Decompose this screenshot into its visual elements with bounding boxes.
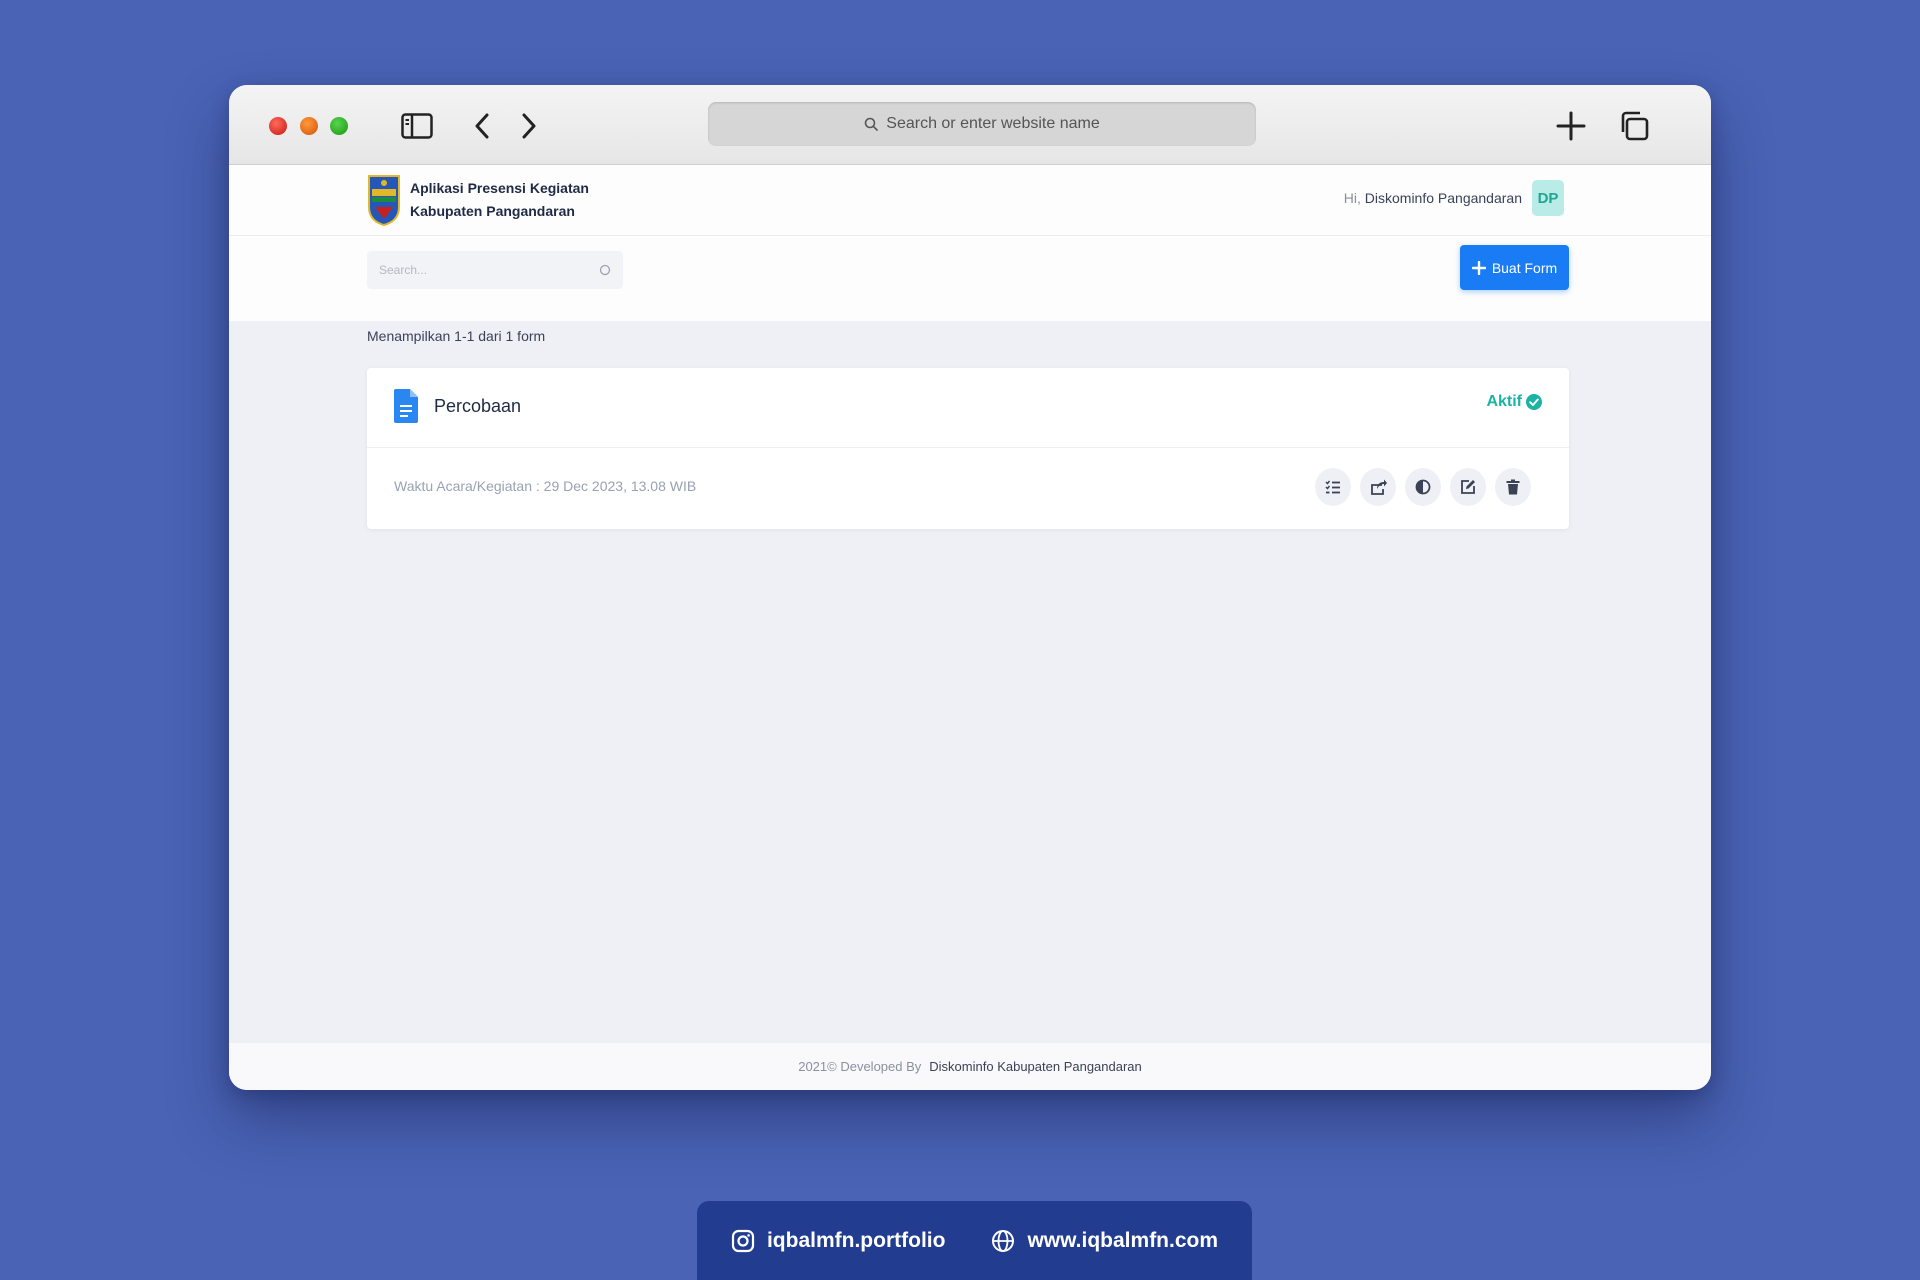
status-badge: Aktif (1486, 393, 1542, 411)
footer-org-link[interactable]: Diskominfo Kabupaten Pangandaran (929, 1059, 1141, 1074)
toggle-icon (1415, 479, 1431, 495)
event-time: Waktu Acara/Kegiatan : 29 Dec 2023, 13.0… (394, 478, 697, 494)
header-divider (229, 235, 1711, 236)
search-icon (864, 117, 879, 131)
instagram-icon (731, 1229, 755, 1252)
social-bar: iqbalmfn.portfolio www.iqbalmfn.com (697, 1201, 1252, 1280)
sidebar-toggle-icon[interactable] (401, 111, 433, 141)
responses-list-button[interactable] (1315, 468, 1351, 506)
search-input[interactable] (379, 263, 579, 277)
brand[interactable]: Aplikasi Presensi Kegiatan Kabupaten Pan… (366, 173, 589, 227)
app-header: Aplikasi Presensi Kegiatan Kabupaten Pan… (229, 165, 1711, 321)
form-search[interactable] (367, 251, 623, 289)
globe-icon (992, 1229, 1015, 1252)
maximize-window-button[interactable] (330, 117, 348, 135)
plus-icon (1471, 260, 1486, 275)
instagram-link[interactable]: iqbalmfn.portfolio (731, 1229, 945, 1253)
list-check-icon (1325, 480, 1340, 494)
edit-form-button[interactable] (1450, 468, 1486, 506)
user-greeting: Hi, (1343, 190, 1361, 206)
new-tab-icon[interactable] (1555, 111, 1587, 141)
back-arrow-icon[interactable] (466, 111, 498, 141)
avatar[interactable]: DP (1532, 180, 1564, 216)
address-bar[interactable]: Search or enter website name (708, 102, 1256, 146)
browser-window: Search or enter website name Aplikasi Pr… (229, 85, 1711, 1090)
trash-icon (1506, 479, 1520, 495)
close-window-button[interactable] (269, 117, 287, 135)
minimize-window-button[interactable] (300, 117, 318, 135)
browser-toolbar: Search or enter website name (229, 85, 1711, 165)
edit-icon (1461, 480, 1475, 494)
create-form-label: Buat Form (1491, 259, 1558, 276)
form-actions (1315, 468, 1531, 506)
toggle-status-button[interactable] (1405, 468, 1441, 506)
address-placeholder: Search or enter website name (886, 115, 1100, 132)
regency-emblem-icon (368, 175, 400, 227)
user-menu[interactable]: Hi, Diskominfo Pangandaran DP (1344, 180, 1564, 216)
form-card[interactable]: Percobaan Aktif Waktu Acara/Kegiatan : 2… (367, 368, 1569, 529)
forward-arrow-icon[interactable] (513, 111, 545, 141)
share-icon (1370, 479, 1387, 495)
user-name: Diskominfo Pangandaran (1364, 190, 1522, 206)
tab-overview-icon[interactable] (1618, 111, 1650, 141)
create-form-button[interactable]: Buat Form (1460, 245, 1569, 290)
share-form-button[interactable] (1360, 468, 1396, 506)
search-icon[interactable] (599, 264, 611, 276)
website-link[interactable]: www.iqbalmfn.com (991, 1229, 1218, 1253)
status-label: Aktif (1486, 393, 1522, 410)
form-title[interactable]: Percobaan (434, 396, 521, 417)
delete-form-button[interactable] (1495, 468, 1531, 506)
check-circle-icon (1526, 394, 1542, 410)
footer-prefix: 2021© Developed By (798, 1059, 922, 1074)
app-footer: 2021© Developed By Diskominfo Kabupaten … (229, 1043, 1711, 1090)
brand-title-line2: Kabupaten Pangandaran (410, 203, 575, 219)
instagram-handle: iqbalmfn.portfolio (766, 1228, 946, 1252)
result-count: Menampilkan 1-1 dari 1 form (367, 328, 546, 344)
document-icon (394, 389, 418, 428)
brand-title-line1: Aplikasi Presensi Kegiatan (410, 180, 589, 196)
website-url: www.iqbalmfn.com (1027, 1228, 1219, 1252)
